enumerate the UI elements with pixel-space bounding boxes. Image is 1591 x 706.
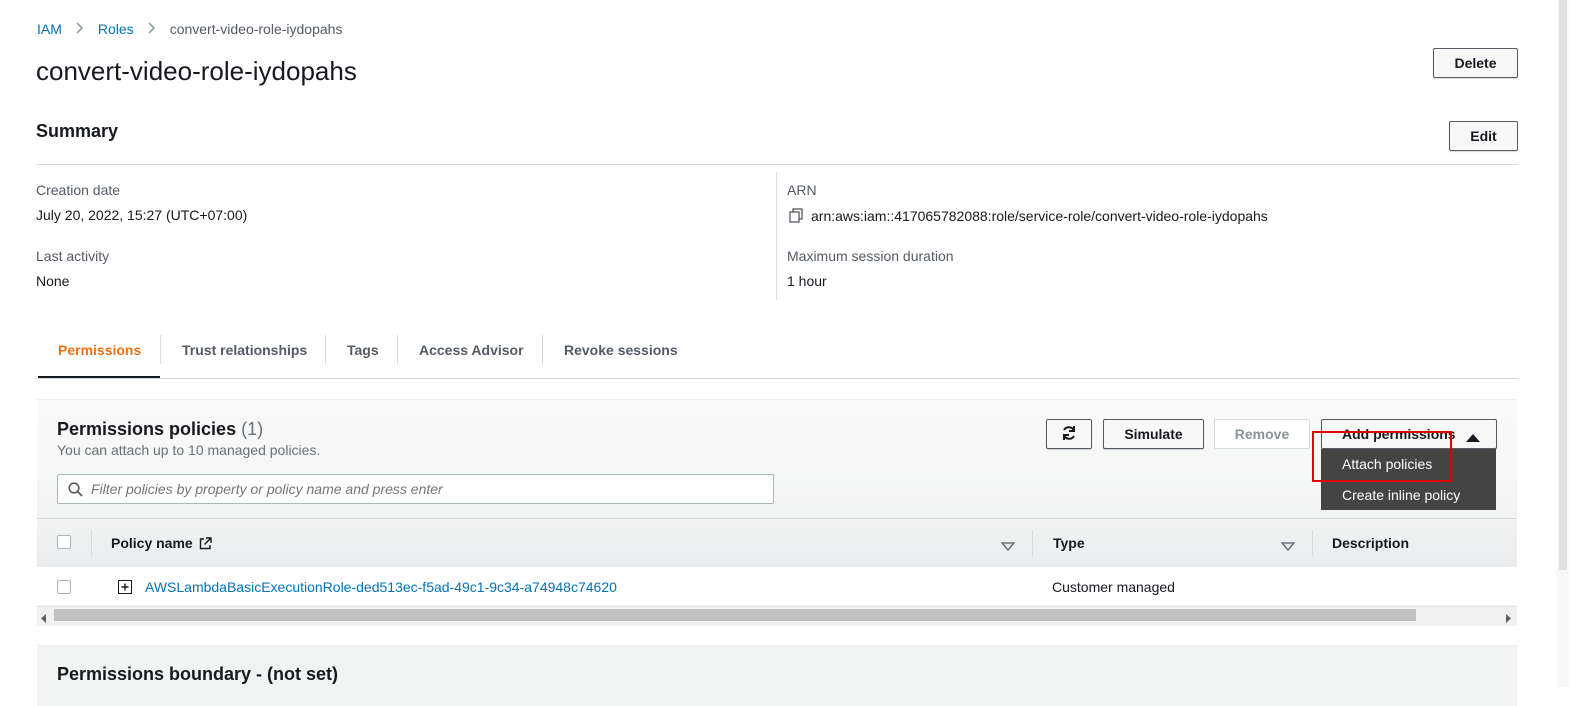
- breadcrumb-roles[interactable]: Roles: [98, 21, 134, 37]
- column-policy-name[interactable]: Policy name: [111, 535, 212, 551]
- tab-access-advisor[interactable]: Access Advisor: [419, 330, 524, 370]
- row-checkbox[interactable]: [57, 580, 71, 594]
- copy-icon[interactable]: [789, 208, 803, 228]
- menu-item-create-inline-policy[interactable]: Create inline policy: [1342, 487, 1460, 503]
- tab-tags[interactable]: Tags: [347, 330, 379, 370]
- scroll-left-arrow-icon[interactable]: [41, 610, 47, 628]
- tab-revoke-sessions[interactable]: Revoke sessions: [564, 330, 678, 370]
- refresh-button[interactable]: [1046, 419, 1092, 449]
- last-activity-value: None: [36, 273, 70, 289]
- scroll-thumb[interactable]: [54, 609, 1416, 621]
- external-link-icon: [199, 536, 212, 550]
- tab-permissions[interactable]: Permissions: [58, 330, 141, 370]
- tab-divider: [542, 335, 543, 364]
- page-scroll-thumb[interactable]: [1559, 0, 1567, 570]
- breadcrumb-iam[interactable]: IAM: [37, 21, 62, 37]
- permissions-subtitle: You can attach up to 10 managed policies…: [57, 442, 321, 458]
- column-type[interactable]: Type: [1053, 535, 1085, 551]
- highlight-box: [1312, 431, 1452, 482]
- last-activity-label: Last activity: [36, 248, 110, 264]
- breadcrumb: IAM Roles convert-video-role-iydopahs: [37, 20, 342, 38]
- active-tab-indicator: [38, 376, 160, 378]
- tab-divider: [160, 335, 161, 364]
- column-policy-name-label: Policy name: [111, 535, 193, 551]
- search-icon: [68, 481, 83, 497]
- expand-plus-icon[interactable]: [118, 580, 132, 599]
- page-scrollbar[interactable]: [1557, 0, 1569, 687]
- scroll-right-arrow-icon[interactable]: [1505, 610, 1511, 628]
- policies-table-header: [37, 518, 1517, 568]
- permissions-count: (1): [241, 419, 264, 439]
- chevron-right-icon: [148, 21, 156, 38]
- sort-caret-icon[interactable]: [1000, 538, 1016, 556]
- sort-caret-icon[interactable]: [1280, 538, 1296, 556]
- delete-button[interactable]: Delete: [1433, 48, 1518, 78]
- summary-title: Summary: [36, 121, 119, 141]
- policy-type: Customer managed: [1052, 579, 1175, 595]
- permissions-boundary-title: Permissions boundary - (not set): [57, 664, 339, 684]
- arn-value: arn:aws:iam::417065782088:role/service-r…: [811, 208, 1268, 224]
- max-session-label: Maximum session duration: [787, 248, 954, 264]
- filter-policies-input[interactable]: [89, 480, 753, 498]
- column-description[interactable]: Description: [1332, 535, 1409, 551]
- caret-up-icon: [1466, 429, 1480, 445]
- arn-label: ARN: [787, 182, 817, 198]
- refresh-icon: [1061, 425, 1077, 444]
- edit-button[interactable]: Edit: [1449, 121, 1518, 151]
- summary-column-divider: [776, 172, 777, 300]
- permissions-title: Permissions policies (1): [57, 419, 263, 440]
- column-divider: [1032, 530, 1033, 556]
- column-divider: [91, 530, 92, 556]
- chevron-right-icon: [76, 21, 84, 38]
- creation-date-label: Creation date: [36, 182, 121, 198]
- simulate-button[interactable]: Simulate: [1103, 419, 1204, 449]
- tab-trust-relationships[interactable]: Trust relationships: [182, 330, 307, 370]
- policy-name-link[interactable]: AWSLambdaBasicExecutionRole-ded513ec-f5a…: [145, 579, 617, 595]
- creation-date-value: July 20, 2022, 15:27 (UTC+07:00): [36, 207, 248, 223]
- remove-button[interactable]: Remove: [1214, 419, 1310, 449]
- tabs-divider: [36, 378, 1518, 379]
- max-session-value: 1 hour: [787, 273, 827, 289]
- filter-box: [57, 474, 774, 504]
- select-all-checkbox[interactable]: [57, 535, 71, 549]
- page-title: convert-video-role-iydopahs: [36, 56, 357, 86]
- tab-divider: [325, 335, 326, 364]
- permissions-title-text: Permissions policies: [57, 419, 237, 439]
- summary-divider: [36, 164, 1518, 165]
- breadcrumb-current: convert-video-role-iydopahs: [169, 21, 343, 37]
- tab-divider: [397, 335, 398, 364]
- column-divider: [1312, 530, 1313, 556]
